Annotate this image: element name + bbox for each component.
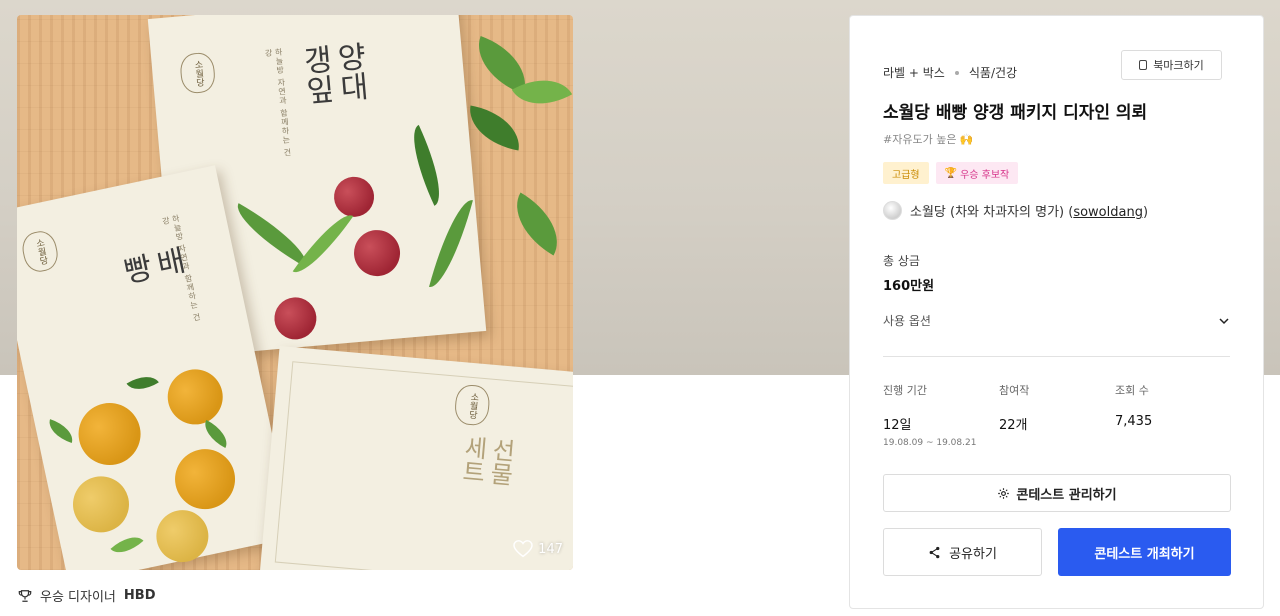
stat-entries-value: 22개 (999, 418, 1028, 433)
holder-name: 소월당 (차와 차과자의 명가) (910, 205, 1065, 220)
contest-hero-image[interactable]: 소월당 양대 갱잎 하늘방 자연과 함께하는 건강 소월당 배 빵 하늘방 자연… (17, 15, 573, 570)
contest-tags: 고급형 🏆 우승 후보작 (883, 162, 1019, 184)
leaf-illustration (198, 419, 233, 449)
prize-value: 160만원 (883, 279, 935, 294)
trophy-icon (18, 589, 32, 602)
pear-illustration (162, 364, 228, 430)
leaf-illustration (429, 195, 473, 293)
bookmark-label: 북마크하기 (1153, 59, 1204, 72)
stat-period: 진행 기간 12일 19.08.09 ~ 19.08.21 (883, 382, 999, 448)
brand-seal: 소월당 (178, 51, 217, 95)
prize-label: 총 상금 (883, 254, 920, 268)
brand-seal: 소월당 (19, 228, 61, 275)
leaf-decoration (501, 192, 573, 256)
pear-illustration (72, 397, 147, 471)
share-label: 공유하기 (949, 546, 997, 562)
leaf-illustration (400, 124, 453, 206)
contest-hashtag: #자유도가 높은 🙌 (883, 133, 974, 146)
usage-options-label: 사용 옵션 (883, 314, 931, 328)
leaf-illustration (45, 419, 77, 444)
chevron-down-icon (1219, 317, 1229, 324)
heart-icon (513, 540, 533, 558)
manage-contest-button[interactable]: 콘테스트 관리하기 (883, 474, 1231, 512)
likes-counter[interactable]: 147 (513, 540, 563, 558)
leaf-illustration (110, 528, 144, 561)
breadcrumb-separator (954, 70, 959, 75)
bookmark-button[interactable]: 북마크하기 (1121, 50, 1222, 80)
host-contest-button[interactable]: 콘테스트 개최하기 (1058, 528, 1231, 576)
cherry-illustration (272, 295, 319, 342)
trophy-icon: 🏆 (944, 167, 958, 179)
leaf-illustration (292, 205, 354, 282)
contest-title: 소월당 배빵 양갱 패키지 디자인 의뢰 (883, 103, 1148, 123)
winner-candidate-tag: 🏆 우승 후보작 (935, 162, 1019, 184)
stat-views: 조회 수 7,435 (1115, 382, 1231, 448)
stat-entries-label: 참여작 (999, 384, 1030, 397)
leaf-decoration (464, 105, 525, 151)
package-title: 선물 세트 (456, 434, 517, 487)
contest-stats: 진행 기간 12일 19.08.09 ~ 19.08.21 참여작 22개 조회… (883, 382, 1231, 448)
divider (883, 356, 1230, 357)
stat-period-range: 19.08.09 ~ 19.08.21 (883, 438, 977, 448)
stat-entries: 참여작 22개 (999, 382, 1115, 448)
stat-period-label: 진행 기간 (883, 384, 927, 397)
contest-holder: 소월당 (차와 차과자의 명가) (sowoldang) (883, 201, 1148, 220)
likes-count: 147 (538, 541, 563, 557)
package-caption: 하늘방 자연과 함께하는 건강 (263, 47, 293, 158)
winner-candidate-label: 우승 후보작 (960, 169, 1010, 181)
premium-tag: 고급형 (883, 162, 929, 184)
holder-avatar (883, 201, 902, 220)
cherry-illustration (332, 175, 376, 219)
winning-designer: 우승 디자이너 HBD (18, 586, 156, 605)
leaf-illustration (126, 368, 159, 398)
stat-views-value: 7,435 (1115, 414, 1153, 429)
share-button[interactable]: 공유하기 (883, 528, 1042, 576)
bookmark-icon (1139, 60, 1148, 70)
pear-illustration (151, 505, 214, 567)
breadcrumb-category[interactable]: 라벨 + 박스 (883, 64, 945, 81)
contest-info-panel: 라벨 + 박스 식품/건강 북마크하기 소월당 배빵 양갱 패키지 디자인 의뢰… (849, 15, 1264, 609)
breadcrumb: 라벨 + 박스 식품/건강 (883, 64, 1017, 81)
stat-views-label: 조회 수 (1115, 384, 1149, 397)
share-icon (929, 546, 940, 558)
winning-designer-prefix: 우승 디자이너 (40, 590, 116, 605)
cherry-illustration (352, 228, 402, 278)
winning-designer-name[interactable]: HBD (124, 588, 156, 603)
pear-illustration (169, 443, 241, 515)
holder-id-link[interactable]: sowoldang (1073, 205, 1143, 220)
pear-illustration (67, 471, 135, 538)
package-card-gift-set: 소월당 선물 세트 (259, 346, 573, 570)
breadcrumb-subcategory[interactable]: 식품/건강 (969, 64, 1017, 81)
package-title: 양대 갱잎 (295, 40, 370, 107)
stat-period-value: 12일 (883, 418, 912, 433)
usage-options-toggle[interactable]: 사용 옵션 (883, 312, 1230, 329)
gear-icon (998, 487, 1010, 499)
manage-contest-label: 콘테스트 관리하기 (1016, 487, 1117, 503)
